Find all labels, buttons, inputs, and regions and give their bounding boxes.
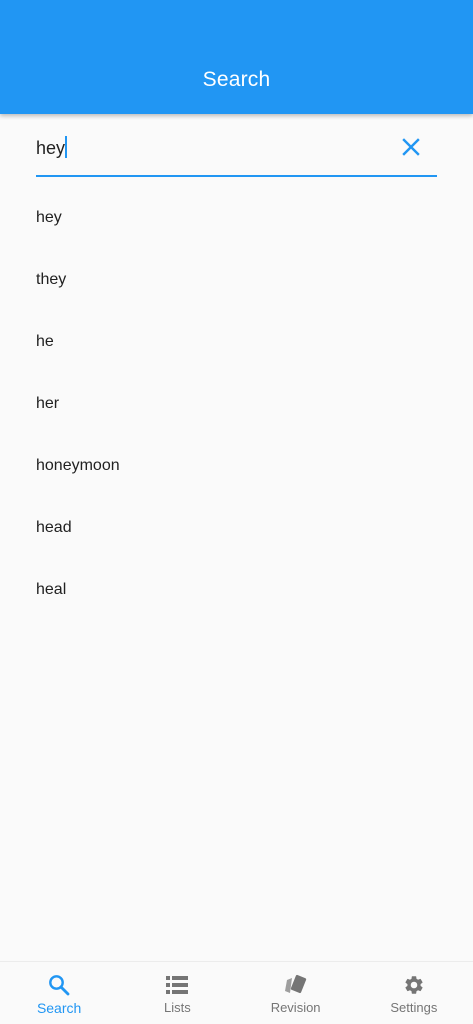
gear-icon xyxy=(402,973,426,997)
suggestion-item[interactable]: hey xyxy=(0,187,473,249)
search-input[interactable] xyxy=(36,126,386,170)
bottom-navigation: Search Lists Revision Settings xyxy=(0,961,473,1024)
nav-item-revision[interactable]: Revision xyxy=(237,962,355,1024)
suggestion-item[interactable]: heal xyxy=(0,559,473,621)
nav-label: Settings xyxy=(390,1000,438,1015)
suggestion-item[interactable]: her xyxy=(0,373,473,435)
clear-search-button[interactable] xyxy=(399,137,423,161)
nav-label: Lists xyxy=(164,1000,191,1015)
suggestion-item[interactable]: head xyxy=(0,497,473,559)
app-bar: Search xyxy=(0,0,473,114)
suggestion-list: hey they he her honeymoon head heal xyxy=(0,187,473,621)
close-icon xyxy=(401,137,421,162)
app-screen: Search hey they he her honeymoon head he… xyxy=(0,0,473,1024)
suggestion-item[interactable]: he xyxy=(0,311,473,373)
page-title: Search xyxy=(202,68,271,91)
suggestion-item[interactable]: they xyxy=(0,249,473,311)
cards-icon xyxy=(284,973,308,997)
nav-item-search[interactable]: Search xyxy=(0,962,118,1024)
list-icon xyxy=(165,973,189,997)
suggestion-item[interactable]: honeymoon xyxy=(0,435,473,497)
text-cursor xyxy=(65,136,67,158)
nav-label: Search xyxy=(36,1000,82,1016)
nav-item-settings[interactable]: Settings xyxy=(355,962,473,1024)
nav-label: Revision xyxy=(270,1000,321,1015)
search-icon xyxy=(47,973,71,997)
nav-item-lists[interactable]: Lists xyxy=(118,962,236,1024)
search-field[interactable] xyxy=(36,126,437,177)
